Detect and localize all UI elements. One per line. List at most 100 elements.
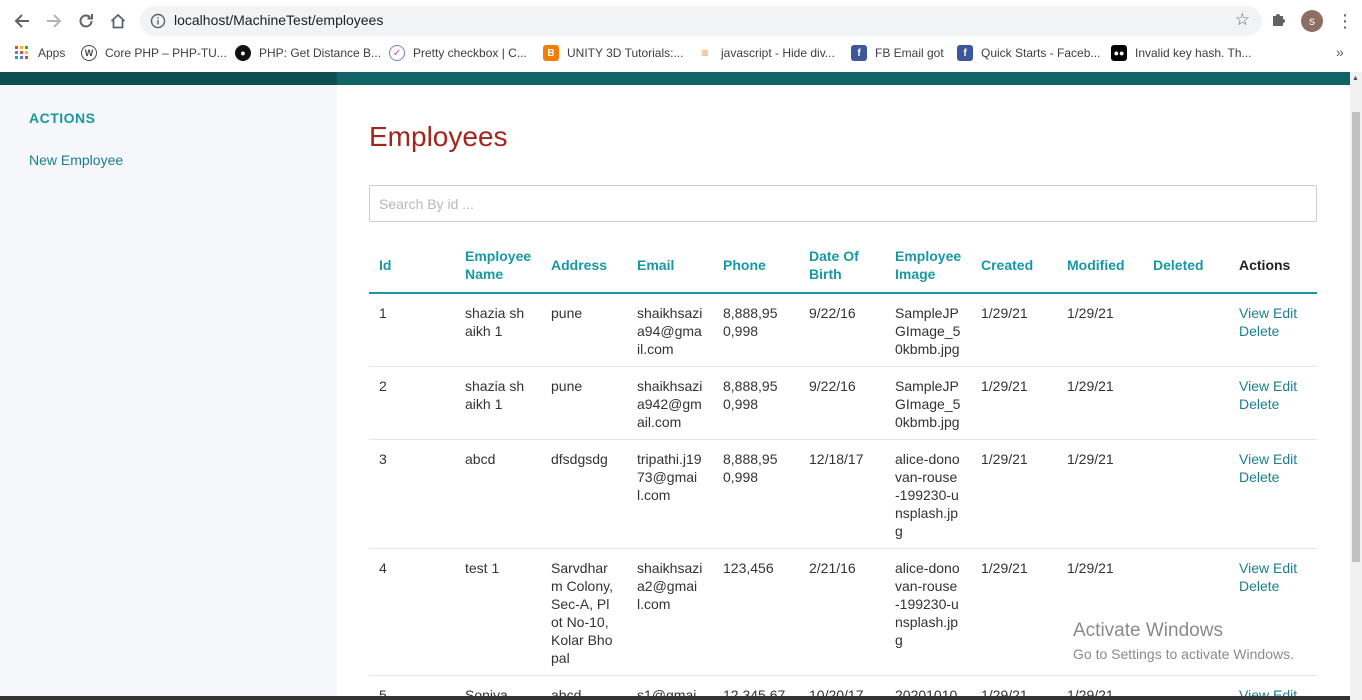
column-header-phone[interactable]: Phone <box>713 237 799 294</box>
cell-created: 1/29/21 <box>971 293 1057 367</box>
back-arrow-icon[interactable] <box>9 8 35 34</box>
cell-dob: 9/22/16 <box>799 293 885 367</box>
address-bar[interactable]: localhost/MachineTest/employees ☆ <box>140 6 1262 36</box>
page-scrollbar[interactable]: ▲ <box>1350 72 1362 700</box>
bookmark-pretty-checkbox[interactable]: ✓ Pretty checkbox | C... <box>389 44 527 62</box>
site-info-icon[interactable] <box>150 13 166 29</box>
new-employee-link[interactable]: New Employee <box>29 152 123 168</box>
facebook-icon: f <box>957 45 973 61</box>
github-icon: ● <box>235 45 251 61</box>
bookmarks-overflow-chevron-icon[interactable]: » <box>1336 44 1344 60</box>
cell-id: 4 <box>369 548 455 676</box>
bookmark-php-distance[interactable]: ● PHP: Get Distance B... <box>235 44 381 62</box>
cell-actions: View Edit Delete <box>1229 293 1317 367</box>
cell-modified: 1/29/21 <box>1057 548 1143 676</box>
bookmark-hide-div[interactable]: ≡ javascript - Hide div... <box>697 44 835 62</box>
cell-phone: 123,456 <box>713 548 799 676</box>
column-header-created[interactable]: Created <box>971 237 1057 294</box>
bottom-edge <box>0 696 1350 700</box>
cell-image: SampleJPGImage_50kbmb.jpg <box>885 293 971 367</box>
cell-name: shazia shaikh 1 <box>455 366 541 440</box>
edit-link[interactable]: Edit <box>1273 378 1297 394</box>
column-header-email[interactable]: Email <box>627 237 713 294</box>
cell-phone: 8,888,950,998 <box>713 293 799 367</box>
browser-menu-icon[interactable]: ⋮ <box>1336 9 1354 33</box>
apps-grid-icon <box>14 45 30 61</box>
cell-address: pune <box>541 366 627 440</box>
bookmark-label: Invalid key hash. Th... <box>1135 46 1252 60</box>
edit-link[interactable]: Edit <box>1273 560 1297 576</box>
reload-icon[interactable] <box>73 8 99 34</box>
cell-created: 1/29/21 <box>971 548 1057 676</box>
cell-address: pune <box>541 293 627 367</box>
cell-phone: 8,888,950,998 <box>713 366 799 440</box>
browser-toolbar: localhost/MachineTest/employees ☆ s ⋮ <box>0 0 1362 42</box>
cell-deleted <box>1143 548 1229 676</box>
column-header-actions: Actions <box>1229 237 1317 294</box>
cell-modified: 1/29/21 <box>1057 439 1143 549</box>
cell-id: 2 <box>369 366 455 440</box>
bookmark-label: Apps <box>38 46 66 60</box>
extensions-puzzle-icon[interactable] <box>1270 10 1290 30</box>
bookmark-invalid-key-hash[interactable]: ●● Invalid key hash. Th... <box>1111 44 1252 62</box>
bookmark-label: javascript - Hide div... <box>721 46 835 60</box>
scrollbar-thumb[interactable] <box>1352 112 1360 562</box>
stackoverflow-icon: ≡ <box>701 46 709 60</box>
delete-link[interactable]: Delete <box>1239 578 1279 594</box>
column-header-employee-image[interactable]: Employee Image <box>885 237 971 294</box>
cell-dob: 9/22/16 <box>799 366 885 440</box>
column-header-employee-name[interactable]: Employee Name <box>455 237 541 294</box>
edit-link[interactable]: Edit <box>1273 451 1297 467</box>
cell-email: shaikhsazia94@gmail.com <box>627 293 713 367</box>
cell-id: 1 <box>369 293 455 367</box>
medium-icon: ●● <box>1111 45 1127 61</box>
bookmark-label: FB Email got <box>875 46 944 60</box>
view-link[interactable]: View <box>1239 378 1269 394</box>
cell-email: shaikhsazia2@gmail.com <box>627 548 713 676</box>
main-content: Employees Id Employee Name Address Email… <box>369 85 1317 700</box>
bookmark-core-php[interactable]: W Core PHP – PHP-TU... <box>81 44 227 62</box>
view-link[interactable]: View <box>1239 451 1269 467</box>
table-header-row: Id Employee Name Address Email Phone Dat… <box>369 237 1317 294</box>
column-header-modified[interactable]: Modified <box>1057 237 1143 294</box>
cell-address: dfsdgsdg <box>541 439 627 549</box>
page-content: ACTIONS New Employee Employees Id Employ… <box>0 85 1350 700</box>
sidebar: ACTIONS New Employee <box>0 85 337 700</box>
facebook-icon: f <box>851 45 867 61</box>
column-header-date-of-birth[interactable]: Date Of Birth <box>799 237 885 294</box>
employees-table: Id Employee Name Address Email Phone Dat… <box>369 237 1317 700</box>
page-title: Employees <box>369 121 508 152</box>
bookmark-quick-starts[interactable]: f Quick Starts - Faceb... <box>957 44 1100 62</box>
delete-link[interactable]: Delete <box>1239 469 1279 485</box>
wordpress-icon: W <box>81 45 97 61</box>
checkbox-icon: ✓ <box>389 45 405 61</box>
bookmark-fb-email[interactable]: f FB Email got <box>851 44 944 62</box>
home-icon[interactable] <box>105 8 131 34</box>
cell-id: 3 <box>369 439 455 549</box>
view-link[interactable]: View <box>1239 305 1269 321</box>
column-header-deleted[interactable]: Deleted <box>1143 237 1229 294</box>
delete-link[interactable]: Delete <box>1239 323 1279 339</box>
scroll-up-arrow-icon[interactable]: ▲ <box>1352 75 1359 82</box>
view-link[interactable]: View <box>1239 560 1269 576</box>
column-header-id[interactable]: Id <box>369 237 455 294</box>
bookmark-label: Core PHP – PHP-TU... <box>105 46 227 60</box>
cell-deleted <box>1143 366 1229 440</box>
column-header-address[interactable]: Address <box>541 237 627 294</box>
bookmark-apps[interactable]: Apps <box>14 44 65 62</box>
edit-link[interactable]: Edit <box>1273 305 1297 321</box>
forward-arrow-icon[interactable] <box>41 8 67 34</box>
bookmark-unity-tutorials[interactable]: B UNITY 3D Tutorials:... <box>543 44 683 62</box>
bookmark-star-icon[interactable]: ☆ <box>1235 11 1250 28</box>
search-input[interactable] <box>369 185 1317 222</box>
top-nav-bar <box>0 72 1350 85</box>
cell-deleted <box>1143 293 1229 367</box>
cell-image: alice-donovan-rouse-199230-unsplash.jpg <box>885 439 971 549</box>
cell-image: SampleJPGImage_50kbmb.jpg <box>885 366 971 440</box>
cell-image: alice-donovan-rouse-199230-unsplash.jpg <box>885 548 971 676</box>
delete-link[interactable]: Delete <box>1239 396 1279 412</box>
table-row: 2 shazia shaikh 1 pune shaikhsazia942@gm… <box>369 366 1317 440</box>
profile-avatar[interactable]: s <box>1301 10 1323 32</box>
table-row: 3 abcd dfsdgsdg tripathi.j1973@gmail.com… <box>369 439 1317 549</box>
cell-phone: 8,888,950,998 <box>713 439 799 549</box>
